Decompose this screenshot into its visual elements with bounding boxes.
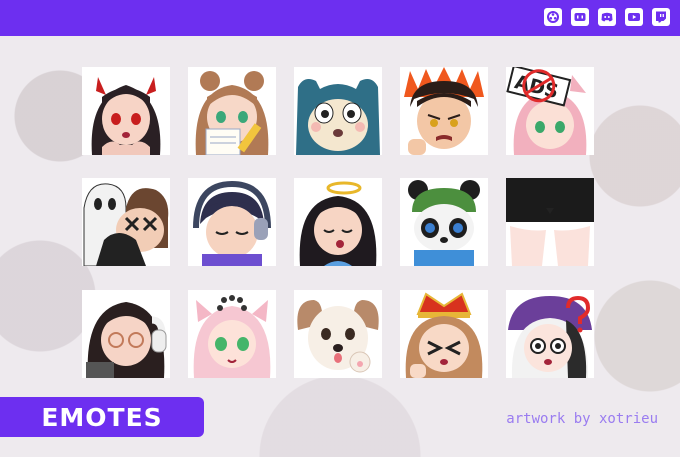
- headphones-glasses-emote: [82, 290, 170, 378]
- platform-icons: [544, 8, 670, 26]
- youtube-icon[interactable]: [625, 8, 643, 26]
- confused-witch-emote: [506, 290, 594, 378]
- twitch-icon[interactable]: [652, 8, 670, 26]
- obs-icon[interactable]: [544, 8, 562, 26]
- emotes-badge-label: EMOTES: [41, 402, 163, 432]
- crown-girl-emote: [400, 290, 488, 378]
- ads-sign-girl-emote: ADS: [506, 67, 594, 155]
- pink-cat-girl-emote: [188, 290, 276, 378]
- maid-legs-emote: [506, 178, 594, 266]
- puppy-paw-emote: [294, 290, 382, 378]
- emotes-badge: EMOTES: [0, 397, 204, 437]
- streamlabs-icon[interactable]: [571, 8, 589, 26]
- ghost-hug-emote: [82, 178, 170, 266]
- artist-credit: artwork by xotrieu: [506, 411, 658, 427]
- devil-girl-emote: [82, 67, 170, 155]
- panda-hat-emote: [400, 178, 488, 266]
- angry-boy-fire-emote: [400, 67, 488, 155]
- angel-girl-emote: [294, 178, 382, 266]
- headphones-sleep-emote: [188, 178, 276, 266]
- discord-icon[interactable]: [598, 8, 616, 26]
- snorlax-emote: [294, 67, 382, 155]
- notepad-girl-emote: [188, 67, 276, 155]
- top-bar: [0, 0, 680, 36]
